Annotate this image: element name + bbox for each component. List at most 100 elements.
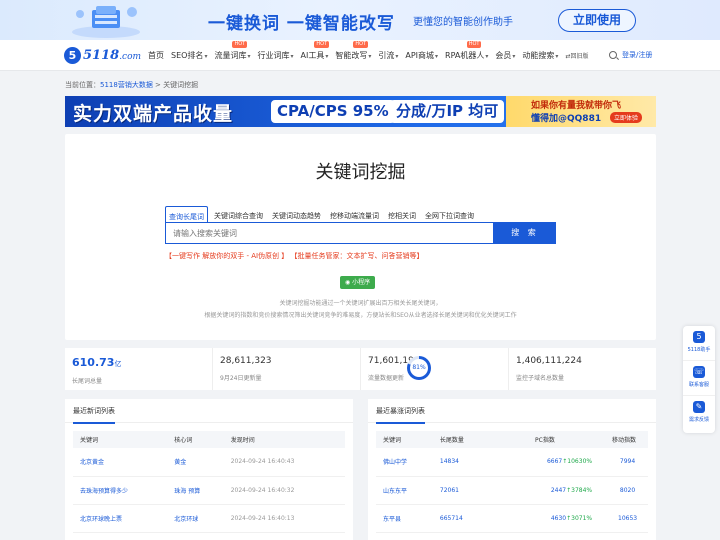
col-mobile-index: 移动指数 [600, 431, 648, 448]
nav-item-4[interactable]: AI工具▾ HOT [300, 41, 330, 61]
mobile-index: 7994 [600, 448, 648, 477]
description-line-1: 关键词挖掘功能通过一个关键词扩展出百万相关长尾关键词， [279, 300, 442, 307]
chevron-down-icon: ▾ [555, 53, 559, 60]
col-keyword: 关键词 [376, 431, 433, 448]
stat-total-longtail: 610.73亿 长尾词总量 [65, 348, 213, 390]
stat-label: 监控子域名总数量 [516, 375, 565, 382]
nav-item-6[interactable]: 引流▾ [378, 50, 398, 61]
found-time: 2024-09-24 16:40:43 [223, 448, 345, 477]
old-version-link[interactable]: ⇄回旧版 [565, 51, 588, 60]
nav-item-label: 动能搜索 [522, 51, 555, 60]
side-label: 5118助手 [687, 347, 711, 353]
side-customer-service-button[interactable]: ☏ 联系客服 [683, 361, 715, 396]
page-title: 关键词挖掘 [315, 162, 406, 183]
ai-writing-link[interactable]: 【一键写作 解放你的双手 - AI伪原创 】 [165, 252, 288, 260]
col-longtail-count: 长尾数量 [432, 431, 490, 448]
nav-menu: 首页 SEO排名▾ 流量词库▾ HOT 行业词库▾ AI工具▾ HOT 智能改写▾ HOT 引流▾… [148, 40, 588, 71]
stat-label: 9月24日更新量 [220, 375, 262, 382]
top-promo-banner[interactable]: 一键换词 一键智能改写 更懂您的智能创作助手 立即使用 [0, 0, 720, 40]
nav-item-label: 会员 [495, 51, 512, 60]
ad-right-line2: 懂得加@QQ881 [531, 114, 602, 124]
stat-unit: 亿 [114, 360, 122, 368]
col-found-time: 发现时间 [223, 431, 345, 448]
pc-index-growth: ↑3784% [566, 486, 593, 494]
search-icon[interactable] [609, 51, 617, 59]
ad-badge-share: 分成/万IP 均可 [390, 100, 505, 123]
stat-traffic-update: 71,601,194 流量数据更新 81% [361, 348, 509, 390]
keyword-search-input[interactable] [165, 222, 494, 244]
keyword-link[interactable]: 北京黄金 [73, 448, 168, 477]
ad-right-panel: 如果你有量我就带你飞 懂得加@QQ881 立即体验 [506, 96, 656, 127]
nav-right: 登录/注册 [609, 50, 652, 60]
nav-item-5[interactable]: 智能改写▾ HOT [335, 41, 371, 61]
nav-item-0[interactable]: 首页 [148, 50, 164, 61]
nav-item-10[interactable]: 动能搜索▾ [522, 50, 558, 61]
side-feedback-button[interactable]: ✎ 需求反馈 [683, 396, 715, 431]
keyword-link[interactable]: 佛山中学 [376, 448, 433, 477]
breadcrumb-home-link[interactable]: 5118营销大数据 [100, 81, 153, 89]
stat-subdomains: 1,406,111,224 监控子域名总数量 [509, 348, 656, 390]
longtail-count[interactable]: 665714 [432, 504, 490, 533]
surge-words-panel: 最近暴涨词列表 关键词 长尾数量 PC指数 移动指数 佛山中学 14834 6667… [368, 399, 656, 540]
progress-ring: 81% [407, 356, 431, 380]
nav-item-9[interactable]: 会员▾ [495, 50, 515, 61]
search-bar: 搜 索 [165, 222, 556, 244]
longtail-count[interactable]: 14834 [432, 448, 490, 477]
nav-item-2[interactable]: 流量词库▾ HOT [214, 41, 250, 61]
keyword-mining-card: 关键词挖掘 查询长尾词 关键词综合查询 关键词动态趋势 挖移动端流量词 挖相关词 全网下拉… [65, 134, 656, 340]
breadcrumb-current: 关键词挖掘 [163, 81, 199, 89]
core-word-link[interactable]: 北京环球 [167, 504, 224, 533]
stat-value: 28,611,323 [220, 356, 272, 366]
pc-index-cell: 4630↑3071% [489, 504, 601, 533]
chevron-down-icon: ▾ [290, 53, 294, 60]
logo-text: 5118.com [83, 48, 141, 63]
nav-item-label: 流量词库 [214, 51, 247, 60]
nav-item-label: SEO排名 [171, 51, 204, 60]
table-row: 东平县 665714 4630↑3071% 10653 [376, 504, 648, 533]
pc-index-growth: ↑10630% [562, 458, 593, 466]
chevron-down-icon: ▾ [395, 53, 399, 60]
keyword-link[interactable]: 北京环球晚上票 [73, 504, 168, 533]
batch-task-link[interactable]: 【批量任务管家：文本扩写、问答营销等】 [291, 252, 424, 260]
breadcrumb-separator: > [152, 81, 164, 89]
pc-index-growth: ↑3071% [566, 514, 593, 522]
hot-badge: HOT [314, 41, 330, 48]
floating-side-toolbar: 5 5118助手 ☏ 联系客服 ✎ 需求反馈 [683, 326, 715, 433]
found-time: 2024-09-24 16:40:13 [223, 504, 345, 533]
longtail-count[interactable]: 72061 [432, 476, 490, 505]
col-core-word: 核心词 [167, 431, 224, 448]
pc-index-value: 2447 [550, 486, 567, 494]
login-register-link[interactable]: 登录/注册 [622, 50, 652, 60]
pc-index-value: 4630 [550, 514, 567, 522]
ad-try-button[interactable]: 立即体验 [610, 112, 643, 123]
chevron-down-icon: ▾ [435, 53, 439, 60]
core-word-link[interactable]: 黄金 [167, 448, 224, 477]
search-button[interactable]: 搜 索 [494, 222, 556, 244]
main-navigation: 5 5118.com 首页 SEO排名▾ 流量词库▾ HOT 行业词库▾ AI工具▾ HOT… [0, 40, 720, 71]
nav-item-label: AI工具 [300, 51, 325, 60]
ad-right-line1: 如果你有量我就带你飞 [531, 101, 622, 111]
logo-mark: 5 [64, 47, 81, 64]
nav-item-7[interactable]: API商城▾ [405, 50, 438, 61]
mobile-index: 10653 [600, 504, 648, 533]
stat-value: 71,601,194 [368, 356, 420, 366]
nav-item-1[interactable]: SEO排名▾ [171, 50, 207, 61]
side-label: 需求反馈 [688, 417, 709, 423]
core-word-link[interactable]: 珠海 预算 [167, 476, 224, 505]
logo-name: 5118 [83, 48, 120, 63]
mini-program-button[interactable]: ◉ 小程序 [340, 276, 376, 289]
nav-item-3[interactable]: 行业词库▾ [257, 50, 293, 61]
use-now-button[interactable]: 立即使用 [558, 9, 636, 32]
nav-item-label: 智能改写 [335, 51, 368, 60]
nav-item-8[interactable]: RPA机器人▾ HOT [445, 41, 488, 61]
site-logo[interactable]: 5 5118.com [64, 47, 141, 64]
panel-title: 最近暴涨词列表 [368, 399, 656, 424]
keyword-link[interactable]: 东平县 [376, 504, 433, 533]
new-words-table: 关键词 核心词 发现时间 北京黄金 黄金 2024-09-24 16:40:43 去珠… [73, 431, 345, 533]
keyword-link[interactable]: 山东东平 [376, 476, 433, 505]
cloud-server-illustration [72, 6, 140, 38]
keyword-link[interactable]: 去珠海预算得多少 [73, 476, 168, 505]
ad-banner[interactable]: 实力双端产品收量 CPA/CPS 95% 分成/万IP 均可 如果你有量我就带你… [65, 96, 656, 127]
stat-value: 1,406,111,224 [516, 356, 582, 366]
side-assistant-button[interactable]: 5 5118助手 [683, 326, 715, 361]
